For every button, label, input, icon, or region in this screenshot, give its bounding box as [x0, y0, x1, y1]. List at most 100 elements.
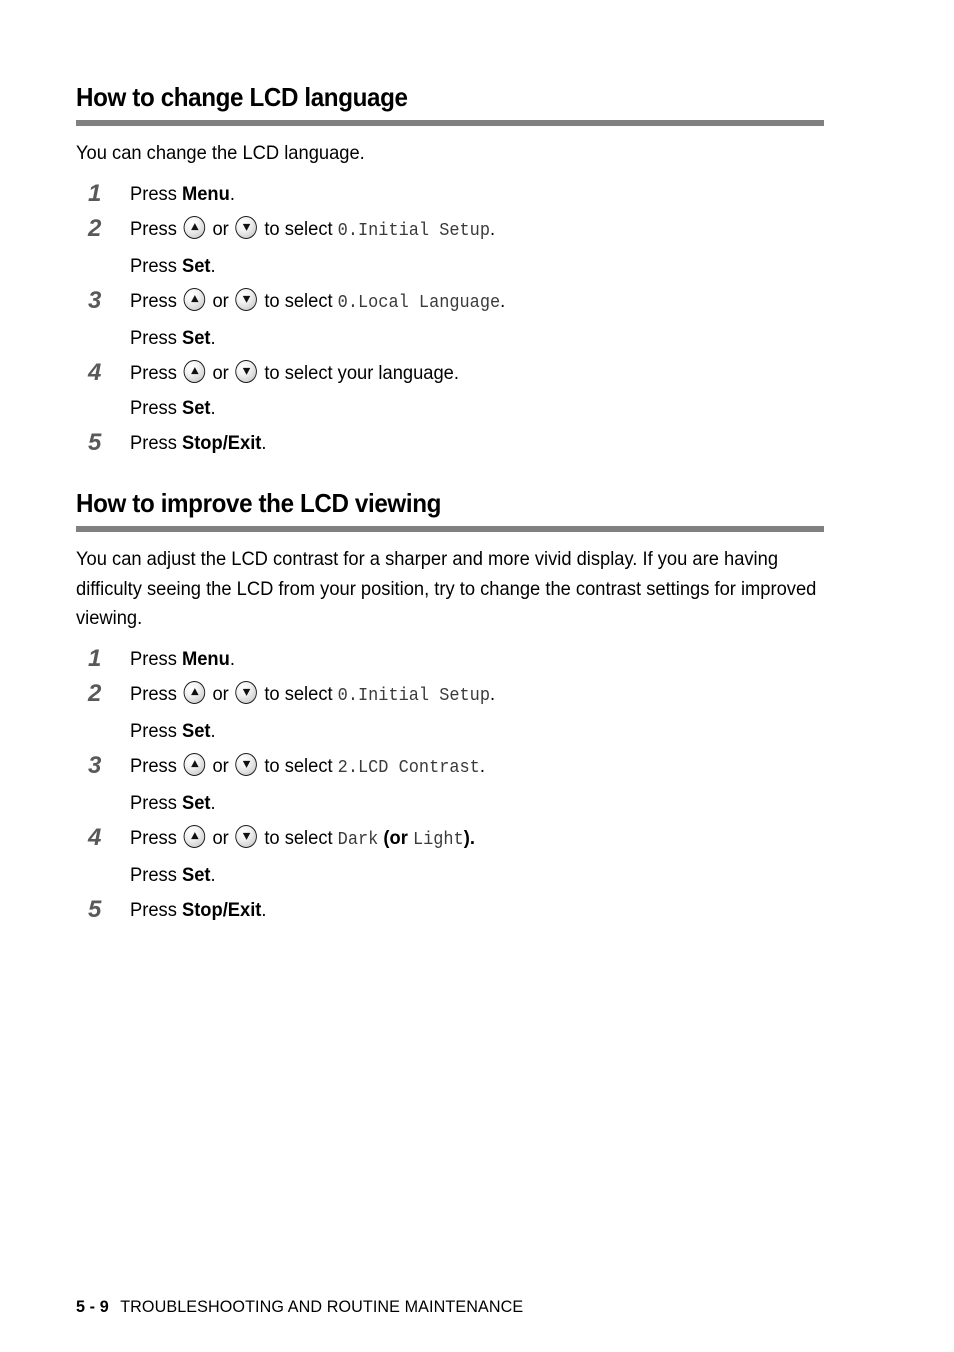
or-label: or	[212, 217, 229, 240]
press-label: Press	[130, 826, 177, 849]
step-text: Press or to select 0.Local Language.	[130, 284, 878, 321]
step-text: Press or to select 0.Initial Setup.	[130, 212, 878, 249]
select-label: to select	[264, 289, 333, 312]
arrow-up-key-icon	[183, 680, 206, 704]
press-label: Press	[130, 863, 177, 886]
step-number: 1	[88, 644, 102, 672]
step-text: Press Menu.	[130, 177, 878, 212]
heading-rule	[76, 120, 824, 127]
arrow-down-key-icon	[235, 824, 258, 848]
step-text: Press Stop/Exit.	[130, 893, 878, 928]
press-label: Press	[130, 682, 177, 705]
step-number: 5	[88, 428, 102, 456]
key-menu: Menu	[181, 182, 230, 205]
key-set: Set	[181, 326, 211, 349]
select-label: to select	[264, 754, 333, 777]
select-label: to select	[264, 682, 333, 705]
lcd-value-light: Light	[412, 829, 464, 850]
or-label: or	[212, 754, 229, 777]
period: .	[210, 254, 216, 277]
select-label: to select	[264, 217, 333, 240]
arrow-down-key-icon	[235, 680, 258, 704]
heading-rule	[76, 526, 824, 533]
or-label: or	[212, 361, 229, 384]
key-set: Set	[181, 791, 211, 814]
step-item: 5 Press Stop/Exit.	[76, 426, 878, 461]
key-set: Set	[181, 254, 211, 277]
lcd-menu-value: 0.Local Language	[337, 292, 501, 313]
arrow-down-key-icon	[235, 287, 258, 311]
period: .	[500, 289, 506, 312]
step-item: 2 Press or to select 0.Initial Setup. Pr…	[76, 212, 878, 284]
step-number: 5	[88, 895, 102, 923]
step-item: 3 Press or to select 2.LCD Contrast. Pre…	[76, 749, 878, 821]
step-subtext: Press Set.	[130, 714, 878, 749]
key-menu: Menu	[181, 647, 230, 670]
press-label: Press	[130, 182, 177, 205]
lcd-value-dark: Dark	[337, 829, 379, 850]
press-label: Press	[130, 431, 177, 454]
press-label: Press	[130, 898, 177, 921]
or-label: or	[212, 289, 229, 312]
close-paren: ).	[463, 826, 475, 849]
step-number: 2	[88, 214, 102, 242]
step-text: Press Menu.	[130, 642, 878, 677]
period: .	[489, 682, 496, 705]
arrow-down-key-icon	[235, 215, 258, 239]
document-page: How to change LCD language You can chang…	[0, 0, 954, 1352]
press-label: Press	[130, 791, 177, 814]
select-label: to select your language.	[264, 361, 459, 384]
step-subtext: Press Set.	[130, 786, 878, 821]
period: .	[210, 791, 216, 814]
arrow-up-key-icon	[183, 287, 206, 311]
press-label: Press	[130, 754, 177, 777]
key-stop-exit: Stop/Exit	[181, 898, 262, 921]
key-set: Set	[181, 396, 211, 419]
arrow-up-key-icon	[183, 215, 206, 239]
or-label: or	[212, 682, 229, 705]
press-label: Press	[130, 254, 177, 277]
lcd-menu-value: 0.Initial Setup	[337, 220, 490, 241]
period: .	[210, 719, 216, 742]
period: .	[210, 863, 216, 886]
period: .	[261, 898, 267, 921]
press-label: Press	[130, 217, 177, 240]
footer-page-number: 5 - 9	[76, 1297, 109, 1316]
step-number: 1	[88, 179, 102, 207]
press-label: Press	[130, 647, 177, 670]
period: .	[229, 182, 235, 205]
lcd-menu-value: 2.LCD Contrast	[337, 757, 480, 778]
press-label: Press	[130, 326, 177, 349]
step-item: 5 Press Stop/Exit.	[76, 893, 878, 928]
page-title: How to change LCD language	[76, 82, 408, 112]
period: .	[210, 326, 216, 349]
or-label: or	[212, 826, 229, 849]
arrow-down-key-icon	[235, 752, 258, 776]
key-set: Set	[181, 719, 211, 742]
period: .	[229, 647, 235, 670]
key-stop-exit: Stop/Exit	[181, 431, 262, 454]
page-title: How to improve the LCD viewing	[76, 488, 442, 518]
arrow-down-key-icon	[235, 359, 258, 383]
section-lcd-language: How to change LCD language You can chang…	[76, 82, 878, 461]
press-label: Press	[130, 396, 177, 419]
step-number: 2	[88, 679, 102, 707]
step-list: 1 Press Menu. 2 Press or to select 0.Ini…	[76, 642, 878, 928]
lcd-menu-value: 0.Initial Setup	[337, 685, 490, 706]
arrow-up-key-icon	[183, 359, 206, 383]
step-item: 1 Press Menu.	[76, 177, 878, 212]
step-text: Press Stop/Exit.	[130, 426, 878, 461]
step-number: 4	[88, 823, 102, 851]
step-number: 3	[88, 751, 102, 779]
arrow-up-key-icon	[183, 824, 206, 848]
or-open-paren: (or	[383, 826, 408, 849]
period: .	[210, 396, 216, 419]
step-number: 4	[88, 358, 102, 386]
intro-paragraph: You can adjust the LCD contrast for a sh…	[76, 548, 817, 630]
step-text: Press or to select your language.	[130, 356, 878, 391]
period: .	[489, 217, 496, 240]
step-subtext: Press Set.	[130, 391, 878, 426]
press-label: Press	[130, 719, 177, 742]
step-subtext: Press Set.	[130, 858, 878, 893]
page-footer: 5 - 9 TROUBLESHOOTING AND ROUTINE MAINTEN…	[76, 1297, 523, 1317]
